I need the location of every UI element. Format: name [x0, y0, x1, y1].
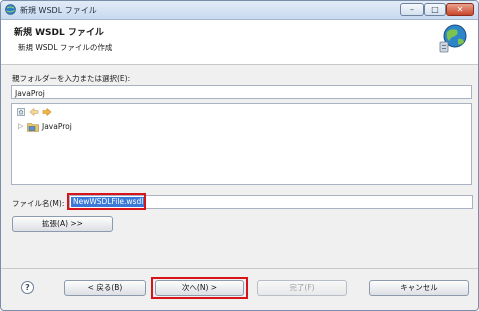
file-name-input[interactable]: NewWSDLFile.wsdl — [69, 195, 473, 209]
title-bar: 新規 WSDL ファイル – □ ✕ — [1, 1, 478, 20]
window-title: 新規 WSDL ファイル — [20, 6, 97, 15]
minimize-icon: – — [410, 5, 414, 14]
folder-tree[interactable]: ▷ JavaProj — [11, 103, 472, 185]
close-button[interactable]: ✕ — [446, 3, 474, 16]
finish-button[interactable]: 完了(F) — [257, 280, 347, 296]
globe-wizard-icon — [439, 24, 467, 53]
app-icon — [5, 4, 16, 15]
wizard-subtitle: 新規 WSDL ファイルの作成 — [18, 43, 113, 52]
file-name-label: ファイル名(M): — [12, 199, 65, 208]
cancel-button[interactable]: キャンセル — [369, 280, 469, 296]
advanced-button[interactable]: 拡張(A) >> — [12, 216, 113, 232]
maximize-icon: □ — [431, 5, 439, 14]
minimize-button[interactable]: – — [400, 3, 424, 16]
parent-folder-label: 親フォルダーを入力または選択(E): — [12, 74, 131, 83]
next-button[interactable]: 次へ(N) > — [155, 280, 244, 296]
maximize-button[interactable]: □ — [424, 3, 446, 16]
close-icon: ✕ — [456, 5, 464, 14]
parent-folder-input[interactable]: JavaProj — [11, 85, 472, 99]
back-arrow-icon[interactable] — [29, 107, 39, 117]
wizard-window: 新規 WSDL ファイル – □ ✕ 新規 WSDL ファイル 新規 WSDL … — [0, 0, 479, 311]
wizard-header: 新規 WSDL ファイル 新規 WSDL ファイルの作成 — [1, 20, 478, 65]
home-icon[interactable] — [16, 107, 26, 117]
help-icon[interactable]: ? — [21, 281, 34, 294]
forward-arrow-icon[interactable] — [42, 107, 52, 117]
back-button[interactable]: < 戻る(B) — [64, 280, 146, 296]
project-folder-icon — [27, 123, 39, 132]
expand-arrow-icon[interactable]: ▷ — [18, 122, 23, 130]
wizard-title: 新規 WSDL ファイル — [14, 28, 104, 38]
file-name-value: NewWSDLFile.wsdl — [71, 197, 146, 207]
parent-folder-value: JavaProj — [15, 89, 45, 98]
footer-separator — [1, 268, 478, 269]
tree-item-label: JavaProj — [42, 122, 72, 131]
